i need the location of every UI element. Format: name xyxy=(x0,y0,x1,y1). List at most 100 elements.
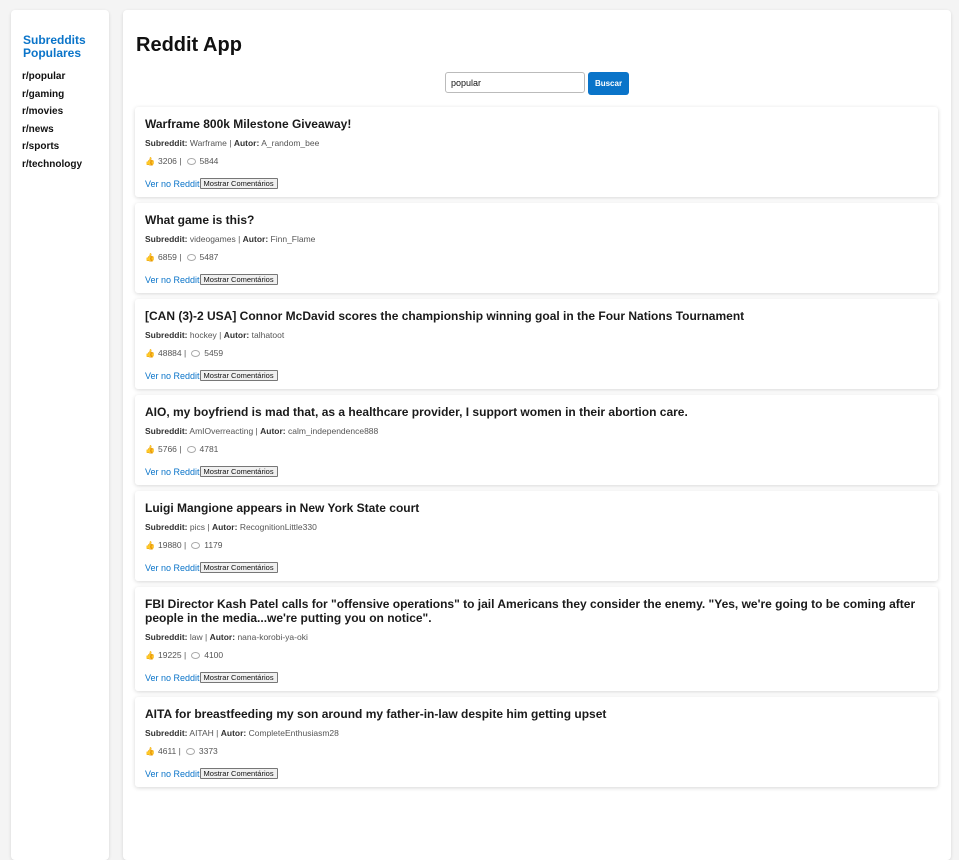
author-label: Autor: xyxy=(209,632,236,642)
thumbs-up-icon: 👍 xyxy=(145,746,155,756)
author-label: Autor: xyxy=(220,728,247,738)
subreddit-label: Subreddit: xyxy=(145,522,188,532)
post-title: Luigi Mangione appears in New York State… xyxy=(145,501,420,515)
comment-bubble-icon xyxy=(191,349,201,357)
post-author: calm_independence888 xyxy=(288,426,379,436)
post-stats: 👍 5766 | 4781 xyxy=(145,444,219,454)
post-score: 48884 xyxy=(158,348,182,358)
view-on-reddit-link[interactable]: Ver no Reddit xyxy=(145,563,200,573)
show-comments-button[interactable]: Mostrar Comentários xyxy=(199,274,278,285)
post-actions: Ver no Reddit Mostrar Comentários xyxy=(145,466,928,477)
post-list: Warframe 800k Milestone Giveaway! Subred… xyxy=(135,107,938,793)
comment-bubble-icon xyxy=(186,157,196,165)
subreddit-label: Subreddit: xyxy=(145,234,188,244)
post-card: AITA for breastfeeding my son around my … xyxy=(135,697,938,787)
sidebar-item-news[interactable]: r/news xyxy=(22,123,82,141)
search-button[interactable]: Buscar xyxy=(588,72,629,95)
author-label: Autor: xyxy=(233,138,260,148)
post-title: FBI Director Kash Patel calls for "offen… xyxy=(145,597,916,625)
show-comments-button[interactable]: Mostrar Comentários xyxy=(199,466,278,477)
show-comments-button[interactable]: Mostrar Comentários xyxy=(199,768,278,779)
post-actions: Ver no Reddit Mostrar Comentários xyxy=(145,562,928,573)
post-score: 4611 xyxy=(158,746,177,756)
show-comments-button[interactable]: Mostrar Comentários xyxy=(199,370,278,381)
post-actions: Ver no Reddit Mostrar Comentários xyxy=(145,768,928,779)
post-card: Luigi Mangione appears in New York State… xyxy=(135,491,938,581)
post-author: RecognitionLittle330 xyxy=(239,522,317,532)
post-card: AIO, my boyfriend is mad that, as a heal… xyxy=(135,395,938,485)
comment-bubble-icon xyxy=(191,651,201,659)
post-stats: 👍 3206 | 5844 xyxy=(145,156,219,166)
post-card: [CAN (3)-2 USA] Connor McDavid scores th… xyxy=(135,299,938,389)
comment-bubble-icon xyxy=(186,253,196,261)
post-actions: Ver no Reddit Mostrar Comentários xyxy=(145,274,928,285)
subreddit-label: Subreddit: xyxy=(145,330,188,340)
post-title: Warframe 800k Milestone Giveaway! xyxy=(145,117,352,131)
post-subreddit: pics xyxy=(189,522,205,532)
sidebar-item-technology[interactable]: r/technology xyxy=(22,158,82,176)
post-meta: Subreddit: AmIOverreacting | Autor: calm… xyxy=(145,426,379,436)
post-author: A_random_bee xyxy=(261,138,320,148)
post-meta: Subreddit: pics | Autor: RecognitionLitt… xyxy=(145,522,317,532)
subreddit-label: Subreddit: xyxy=(145,632,188,642)
post-comment-count: 1179 xyxy=(204,540,223,550)
show-comments-button[interactable]: Mostrar Comentários xyxy=(199,672,278,683)
sidebar-item-movies[interactable]: r/movies xyxy=(22,105,82,123)
post-subreddit: AmIOverreacting xyxy=(189,426,254,436)
show-comments-button[interactable]: Mostrar Comentários xyxy=(199,178,278,189)
post-title: [CAN (3)-2 USA] Connor McDavid scores th… xyxy=(145,309,745,323)
post-meta: Subreddit: Warframe | Autor: A_random_be… xyxy=(145,138,320,148)
post-card: Warframe 800k Milestone Giveaway! Subred… xyxy=(135,107,938,197)
search-input[interactable] xyxy=(445,72,585,93)
thumbs-up-icon: 👍 xyxy=(145,156,155,166)
view-on-reddit-link[interactable]: Ver no Reddit xyxy=(145,371,200,381)
author-label: Autor: xyxy=(211,522,238,532)
post-subreddit: Warframe xyxy=(189,138,227,148)
sidebar: Subreddits Populares r/popular r/gaming … xyxy=(11,10,109,860)
comment-bubble-icon xyxy=(191,541,201,549)
post-comment-count: 5844 xyxy=(199,156,219,166)
author-label: Autor: xyxy=(260,426,286,436)
post-title: What game is this? xyxy=(145,213,255,227)
view-on-reddit-link[interactable]: Ver no Reddit xyxy=(145,179,200,189)
subreddit-label: Subreddit: xyxy=(145,426,188,436)
view-on-reddit-link[interactable]: Ver no Reddit xyxy=(145,769,200,779)
post-meta: Subreddit: AITAH | Autor: CompleteEnthus… xyxy=(145,728,339,738)
show-comments-button[interactable]: Mostrar Comentários xyxy=(199,562,278,573)
comment-bubble-icon xyxy=(185,747,195,755)
post-comment-count: 5459 xyxy=(204,348,224,358)
post-author: talhatoot xyxy=(251,330,285,340)
post-score: 5766 xyxy=(158,444,177,454)
post-score: 19225 xyxy=(158,650,182,660)
subreddit-label: Subreddit: xyxy=(145,138,188,148)
post-stats: 👍 48884 | 5459 xyxy=(145,348,224,358)
post-stats: 👍 6859 | 5487 xyxy=(145,252,219,262)
subreddit-list: r/popular r/gaming r/movies r/news r/spo… xyxy=(22,70,82,175)
post-meta: Subreddit: law | Autor: nana-korobi-ya-o… xyxy=(145,632,308,642)
author-label: Autor: xyxy=(242,234,269,244)
thumbs-up-icon: 👍 xyxy=(145,348,155,358)
sidebar-item-sports[interactable]: r/sports xyxy=(22,140,82,158)
view-on-reddit-link[interactable]: Ver no Reddit xyxy=(145,275,200,285)
view-on-reddit-link[interactable]: Ver no Reddit xyxy=(145,673,200,683)
subreddit-label: Subreddit: xyxy=(145,728,188,738)
sidebar-item-gaming[interactable]: r/gaming xyxy=(22,88,82,106)
post-author: nana-korobi-ya-oki xyxy=(237,632,308,642)
post-title: AIO, my boyfriend is mad that, as a heal… xyxy=(145,405,688,419)
author-label: Autor: xyxy=(223,330,250,340)
post-comment-count: 4100 xyxy=(204,650,224,660)
sidebar-title: Subreddits Populares xyxy=(23,33,86,60)
post-score: 6859 xyxy=(158,252,177,262)
post-title: AITA for breastfeeding my son around my … xyxy=(145,707,607,721)
post-score: 3206 xyxy=(158,156,177,166)
post-comment-count: 3373 xyxy=(198,746,218,756)
app-title: Reddit App xyxy=(136,34,242,56)
post-stats: 👍 4611 | 3373 xyxy=(145,746,218,756)
thumbs-up-icon: 👍 xyxy=(145,444,155,454)
post-actions: Ver no Reddit Mostrar Comentários xyxy=(145,672,928,683)
thumbs-up-icon: 👍 xyxy=(145,252,155,262)
post-author: CompleteEnthusiasm28 xyxy=(248,728,339,738)
sidebar-item-popular[interactable]: r/popular xyxy=(22,70,82,88)
view-on-reddit-link[interactable]: Ver no Reddit xyxy=(145,467,200,477)
post-subreddit: videogames xyxy=(189,234,236,244)
